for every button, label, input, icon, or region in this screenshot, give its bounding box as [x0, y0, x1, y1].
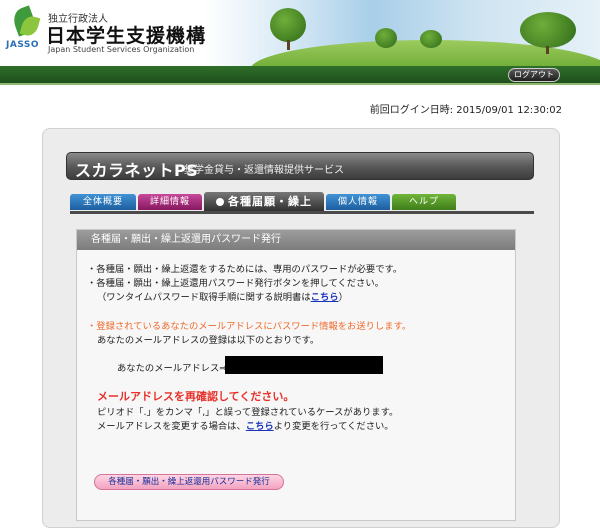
section-heading: 各種届・願出・繰上返還用パスワード発行: [77, 230, 515, 250]
reconfirm-message: メールアドレスを再確認してください。: [97, 390, 295, 403]
tab-underline: [70, 211, 534, 214]
service-title: スカラネットPS: [75, 161, 199, 180]
warning-line-2: メールアドレスを変更する場合は、こちらより変更を行ってください。: [97, 418, 394, 432]
warning-line-2-text: メールアドレスを変更する場合は、: [97, 421, 246, 432]
instruction-line-1: ・各種届・願出・繰上返還をするためには、専用のパスワードが必要です。: [87, 264, 403, 275]
email-value-redacted: [225, 356, 383, 374]
tab-bar: 全体概要 詳細情報 各種届願・繰上 個人情報 ヘルプ: [70, 192, 540, 212]
notice-line-2: あなたのメールアドレスの登録は以下のとおりです。: [97, 335, 320, 346]
tree-decoration: [520, 12, 576, 48]
tree-decoration: [375, 28, 397, 48]
org-english-name: Japan Student Services Organization: [48, 45, 195, 54]
warning-line-1: ピリオド「.」をカンマ「,」と誤って登録されているケースがあります。: [97, 407, 399, 418]
notice-line-1: ・登録されているあなたのメールアドレスにパスワード情報をお送りします。: [87, 321, 412, 332]
issue-password-button[interactable]: 各種届・願出・繰上返還用パスワード発行: [94, 474, 284, 490]
tree-decoration: [270, 8, 306, 42]
org-name: 日本学生支援機構: [46, 25, 207, 47]
tab-applications-label: 各種届願・繰上: [228, 195, 312, 208]
instruction-line-3-text: （ワンタイムパスワード取得手順に関する説明書は: [97, 292, 311, 303]
tab-details[interactable]: 詳細情報: [138, 194, 202, 210]
tree-trunk: [546, 46, 549, 54]
active-tab-dot-icon: [216, 198, 224, 206]
change-email-link[interactable]: こちら: [246, 421, 274, 432]
instruction-line-2: ・各種届・願出・繰上返還用パスワード発行ボタンを押してください。: [87, 278, 384, 289]
instruction-line-3: （ワンタイムパスワード取得手順に関する説明書はこちら）: [97, 289, 348, 303]
tab-applications[interactable]: 各種届願・繰上: [204, 192, 324, 212]
warning-line-2-end: より変更を行ってください。: [273, 421, 394, 432]
tab-overview[interactable]: 全体概要: [70, 194, 136, 210]
tree-decoration: [420, 30, 442, 48]
tree-trunk: [287, 40, 290, 50]
tab-help[interactable]: ヘルプ: [392, 194, 456, 210]
password-issue-section: 各種届・願出・繰上返還用パスワード発行 ・各種届・願出・繰上返還をするためには、…: [76, 229, 516, 521]
manual-link[interactable]: こちら: [311, 292, 339, 303]
tab-personal-info[interactable]: 個人情報: [326, 194, 390, 210]
logo-text: JASSO: [6, 40, 40, 50]
service-title-bar: スカラネットPS 奨学金貸与・返還情報提供サービス: [66, 152, 534, 180]
logout-button[interactable]: ログアウト: [508, 68, 560, 82]
site-header: JASSO 独立行政法人 日本学生支援機構 Japan Student Serv…: [0, 0, 600, 66]
instruction-line-3-end: ）: [338, 292, 348, 303]
last-login-datetime: 前回ログイン日時: 2015/09/01 12:30:02: [369, 105, 562, 116]
email-label: あなたのメールアドレス⇒: [117, 363, 228, 374]
service-subtitle: 奨学金貸与・返還情報提供サービス: [184, 165, 344, 176]
